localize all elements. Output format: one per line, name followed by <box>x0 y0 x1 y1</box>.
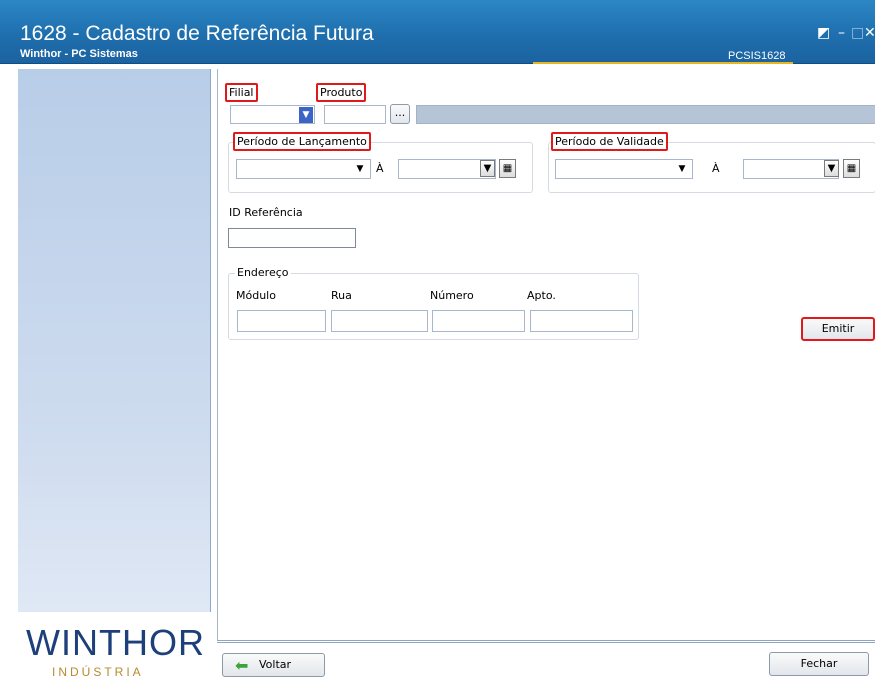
validade-start-date[interactable]: ▼ <box>555 159 693 179</box>
produto-label: Produto <box>316 83 367 102</box>
apto-label: Apto. <box>527 289 556 302</box>
numero-label: Número <box>430 289 474 302</box>
validade-start-dropdown-icon[interactable]: ▼ <box>674 161 690 177</box>
filial-combo[interactable]: ▼ <box>230 105 315 124</box>
validade-calendar-icon[interactable]: ▦ <box>843 159 860 178</box>
lancamento-end-dropdown-icon[interactable]: ▼ <box>480 160 495 177</box>
logo-brand: WINTHOR <box>26 622 205 663</box>
restore-icon[interactable]: ◩ <box>817 26 830 40</box>
modulo-label: Módulo <box>236 289 276 302</box>
back-arrow-icon: ⬅ <box>235 656 249 675</box>
endereco-label: Endereço <box>235 266 291 279</box>
routine-code: PCSIS1628 <box>728 50 786 62</box>
voltar-button[interactable]: ⬅ Voltar <box>222 653 325 677</box>
window-subtitle: Winthor - PC Sistemas <box>20 48 138 60</box>
lancamento-ate-label: À <box>376 162 384 175</box>
rua-input[interactable] <box>331 310 428 332</box>
voltar-label: Voltar <box>259 658 292 671</box>
lancamento-start-date[interactable]: ▼ <box>236 159 371 179</box>
validade-ate-label: À <box>712 162 720 175</box>
produto-description-field <box>416 105 875 124</box>
title-accent-line <box>533 62 793 64</box>
main-content: Filial ▼ Produto ... Período de Lançamen… <box>217 69 875 684</box>
bottom-bar: ⬅ Voltar Fechar <box>217 640 875 684</box>
lancamento-calendar-icon[interactable]: ▦ <box>499 159 516 178</box>
filial-dropdown-icon[interactable]: ▼ <box>299 107 313 123</box>
id-referencia-input[interactable] <box>228 228 356 248</box>
lancamento-start-dropdown-icon[interactable]: ▼ <box>352 161 368 177</box>
fechar-button[interactable]: Fechar <box>769 652 869 676</box>
periodo-validade-label: Período de Validade <box>551 132 668 151</box>
modulo-input[interactable] <box>237 310 326 332</box>
emitir-button[interactable]: Emitir <box>801 317 875 341</box>
title-bar: 1628 - Cadastro de Referência Futura Win… <box>0 0 875 64</box>
window-title: 1628 - Cadastro de Referência Futura <box>20 22 374 45</box>
produto-browse-button[interactable]: ... <box>390 104 410 124</box>
periodo-lancamento-label: Período de Lançamento <box>233 132 371 151</box>
logo-tagline: INDÚSTRIA <box>52 665 144 679</box>
validade-end-dropdown-icon[interactable]: ▼ <box>824 160 839 177</box>
produto-code-input[interactable] <box>324 105 386 124</box>
apto-input[interactable] <box>530 310 633 332</box>
id-referencia-label: ID Referência <box>229 206 303 219</box>
numero-input[interactable] <box>432 310 525 332</box>
close-icon[interactable]: ✕ <box>864 26 875 40</box>
minimize-icon[interactable]: – <box>838 26 845 40</box>
maximize-icon[interactable]: □ <box>851 26 864 40</box>
rua-label: Rua <box>331 289 352 302</box>
sidebar-panel: WINTHOR INDÚSTRIA <box>18 69 211 684</box>
winthor-logo: WINTHOR INDÚSTRIA <box>18 612 211 684</box>
filial-label: Filial <box>225 83 258 102</box>
